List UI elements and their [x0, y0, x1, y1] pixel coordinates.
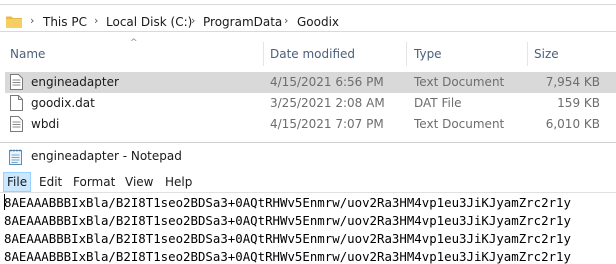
menu-file[interactable]: File	[3, 172, 32, 192]
breadcrumb-separator-icon[interactable]: ›	[284, 14, 288, 27]
text-document-icon	[10, 116, 23, 132]
menu-format[interactable]: Format	[70, 173, 118, 191]
file-row[interactable]: wbdi 4/15/2021 7:07 PM Text Document 6,0…	[5, 114, 616, 135]
file-row[interactable]: engineadapter 4/15/2021 6:56 PM Text Doc…	[5, 72, 616, 93]
notepad-icon	[9, 149, 22, 165]
file-name: wbdi	[31, 117, 60, 131]
notepad-title-bar[interactable]: engineadapter - Notepad	[0, 143, 616, 171]
breadcrumb-programdata[interactable]: ProgramData	[203, 15, 282, 29]
file-size: 159 KB	[557, 96, 600, 110]
file-type: DAT File	[414, 96, 462, 110]
column-divider[interactable]	[406, 42, 407, 66]
column-header-name[interactable]: Name	[10, 40, 45, 68]
menu-edit[interactable]: Edit	[36, 173, 65, 191]
file-size: 7,954 KB	[545, 75, 600, 89]
file-date-modified: 4/15/2021 6:56 PM	[270, 75, 384, 89]
breadcrumb-separator-icon[interactable]: ›	[30, 14, 34, 27]
file-type: Text Document	[414, 75, 505, 89]
file-name: goodix.dat	[31, 96, 95, 110]
text-line: 8AEAAABBBIxBla/B2I8T1seo2BDSa3+0AQtRHWv5…	[4, 249, 571, 264]
breadcrumb-local-disk[interactable]: Local Disk (C:)	[106, 15, 192, 29]
file-type: Text Document	[414, 117, 505, 131]
column-header-type[interactable]: Type	[414, 40, 442, 68]
file-size: 6,010 KB	[545, 117, 600, 131]
address-bar[interactable]: › This PC › Local Disk (C:) › ProgramDat…	[0, 0, 616, 36]
breadcrumb-separator-icon[interactable]: ›	[94, 14, 98, 27]
folder-icon	[6, 16, 22, 28]
text-document-icon	[10, 74, 23, 90]
sort-ascending-icon: ^	[130, 38, 138, 48]
breadcrumb: › This PC › Local Disk (C:) › ProgramDat…	[0, 4, 616, 32]
file-name: engineadapter	[31, 75, 119, 89]
file-date-modified: 4/15/2021 7:07 PM	[270, 117, 384, 131]
blank-file-icon	[10, 95, 23, 111]
text-editor[interactable]: 8AEAAABBBIxBla/B2I8T1seo2BDSa3+0AQtRHWv5…	[0, 193, 616, 264]
column-header-date-modified[interactable]: Date modified	[270, 40, 355, 68]
menu-view[interactable]: View	[122, 173, 156, 191]
menu-help[interactable]: Help	[162, 173, 195, 191]
column-divider[interactable]	[527, 42, 528, 66]
breadcrumb-goodix[interactable]: Goodix	[297, 15, 339, 29]
window-title: engineadapter - Notepad	[31, 149, 182, 163]
breadcrumb-this-pc[interactable]: This PC	[43, 15, 87, 29]
text-line: 8AEAAABBBIxBla/B2I8T1seo2BDSa3+0AQtRHWv5…	[4, 231, 571, 246]
text-line: 8AEAAABBBIxBla/B2I8T1seo2BDSa3+0AQtRHWv5…	[4, 213, 571, 228]
menu-bar: File Edit Format View Help	[0, 171, 616, 193]
notepad-window: engineadapter - Notepad File Edit Format…	[0, 142, 616, 264]
breadcrumb-separator-icon[interactable]: ›	[191, 14, 195, 27]
column-divider[interactable]	[263, 42, 264, 66]
file-row[interactable]: goodix.dat 3/25/2021 2:08 AM DAT File 15…	[5, 93, 616, 114]
file-date-modified: 3/25/2021 2:08 AM	[270, 96, 385, 110]
text-line: 8AEAAABBBIxBla/B2I8T1seo2BDSa3+0AQtRHWv5…	[4, 195, 571, 210]
column-header-size[interactable]: Size	[534, 40, 559, 68]
